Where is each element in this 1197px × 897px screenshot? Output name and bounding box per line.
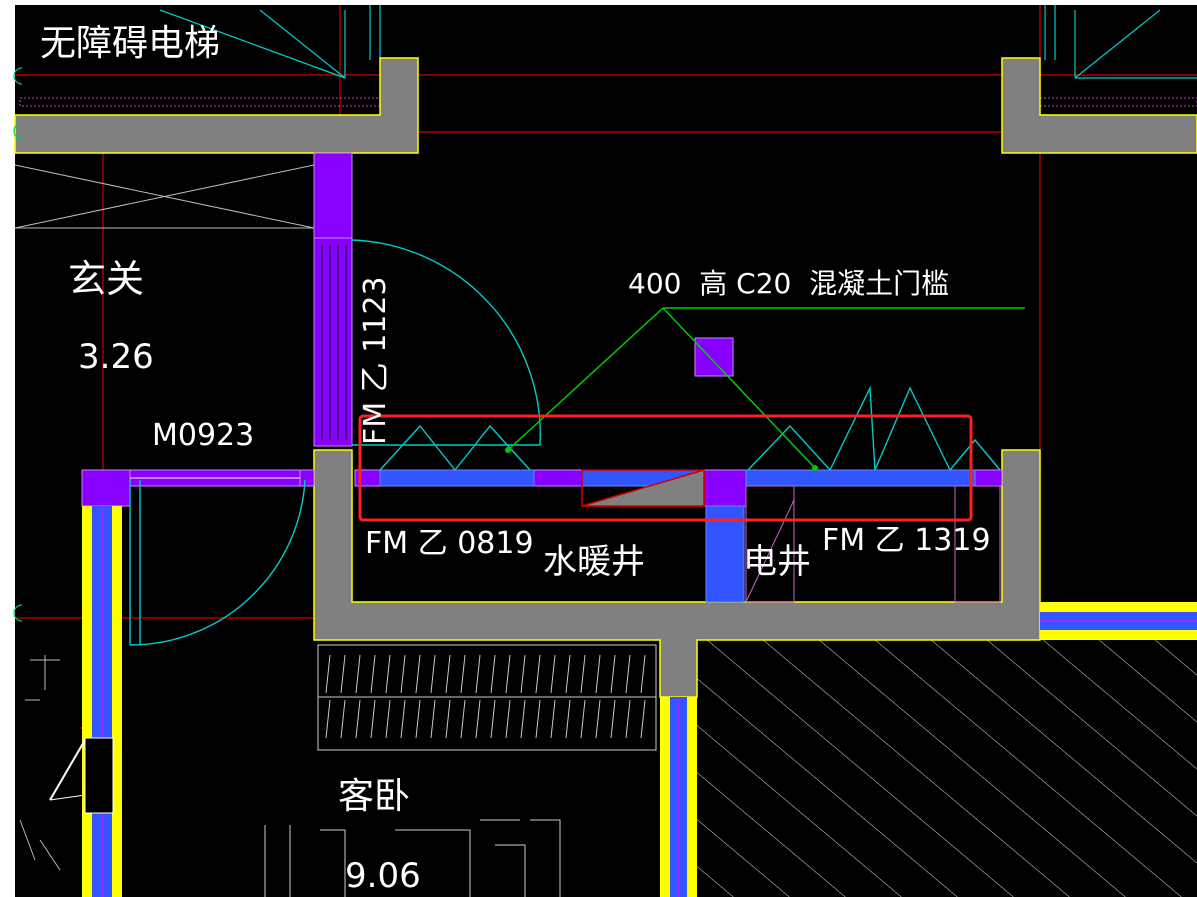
label-door-fm-vertical: FM 乙 1123 — [358, 276, 393, 445]
label-elevator: 无障碍电梯 — [40, 23, 220, 64]
label-guest-bedroom: 客卧 — [338, 776, 410, 817]
label-foyer-area: 3.26 — [78, 337, 154, 377]
label-threshold-note: 400 高 C20 混凝土门槛 — [628, 267, 949, 300]
label-bedroom-area: 9.06 — [345, 856, 421, 896]
label-fm-0819: FM 乙 0819 — [365, 526, 534, 561]
hatched-area — [697, 640, 1197, 897]
label-electric-shaft: 电井 — [743, 542, 811, 582]
label-plumbing-shaft: 水暖井 — [543, 542, 645, 582]
floor-plan-canvas: 无障碍电梯 玄关 3.26 M0923 FM 乙 1123 400 高 C20 … — [13, 5, 1197, 897]
label-foyer-name: 玄关 — [68, 257, 144, 301]
label-door-m0923: M0923 — [152, 418, 254, 453]
label-fm-1319: FM 乙 1319 — [822, 523, 991, 558]
